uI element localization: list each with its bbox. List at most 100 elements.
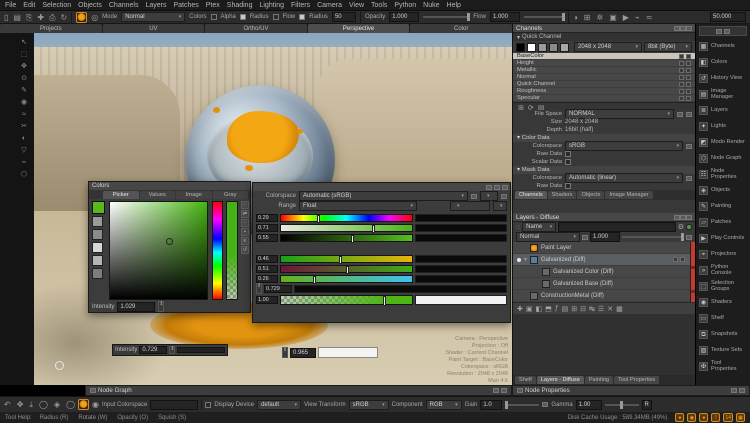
window-button[interactable] [724, 29, 730, 34]
projection-icon[interactable]: ≂ [646, 12, 653, 23]
layer-action-icon[interactable]: ▦ [616, 305, 623, 313]
menu-item[interactable]: Objects [78, 2, 102, 9]
sample-color-swatch[interactable] [318, 347, 378, 358]
tool-icon[interactable]: ◉ [21, 99, 27, 107]
projection-icon[interactable]: ⊞ [584, 12, 591, 23]
option-button[interactable] [677, 112, 683, 117]
input-colorspace-field[interactable] [150, 400, 198, 410]
lock-icon[interactable] [686, 61, 691, 66]
expander-icon[interactable]: ▾ [517, 167, 520, 173]
layer-amount-field[interactable]: 1.000 [590, 232, 620, 242]
tab-ortho-uv[interactable]: Ortho/UV [205, 24, 307, 33]
alpha-strip[interactable] [226, 201, 238, 300]
file-action-icon[interactable]: ↻ [60, 12, 67, 23]
lock-icon[interactable] [686, 54, 691, 59]
node-properties-bar[interactable]: Node Properties [512, 385, 750, 396]
channel-depth-dropdown[interactable]: 8bit (Byte)▾ [644, 42, 692, 52]
layer-row[interactable]: ConstructionMetal (Diff) [513, 290, 695, 302]
history-swatch[interactable] [92, 242, 103, 253]
lock-icon[interactable] [686, 68, 691, 73]
channel-row[interactable]: Roughness [513, 88, 695, 95]
nav-tool-icon[interactable]: ◈ [54, 400, 60, 410]
opacity-field[interactable]: 1.000 [389, 12, 419, 22]
sphere-icon[interactable]: ◉ [92, 400, 99, 409]
history-swatch[interactable] [92, 268, 103, 279]
current-color-swatch[interactable] [92, 201, 105, 214]
channel-row-selected[interactable]: BaseColor [513, 53, 695, 60]
window-button[interactable] [686, 215, 692, 220]
palette-tab[interactable]: ▱ Patches [696, 214, 750, 230]
window-button[interactable] [494, 185, 500, 190]
saturation-value-square[interactable] [109, 201, 208, 300]
menu-item[interactable]: Channels [109, 2, 139, 9]
layer-action-icon[interactable]: ⬒ [545, 305, 552, 313]
history-swatch[interactable] [92, 255, 103, 266]
colors-panel-header[interactable]: Colors [89, 182, 250, 190]
option-button[interactable] [686, 112, 692, 117]
channel-row[interactable]: Metallic [513, 67, 695, 74]
lock-icon[interactable] [686, 89, 691, 94]
channel-row[interactable]: Normal [513, 74, 695, 81]
expander-icon[interactable]: ▾ [517, 135, 520, 141]
tab-channels[interactable]: Channels [515, 191, 547, 199]
nav-tool-icon[interactable]: ◯ [66, 400, 75, 410]
projection-icon[interactable]: ▶ [623, 12, 629, 23]
view-transform-dropdown[interactable]: sRGB▾ [349, 400, 389, 410]
cache-icon[interactable] [679, 54, 684, 59]
white-swatch[interactable] [527, 43, 536, 52]
palette-tab[interactable]: ✠ Tool Properties [696, 358, 750, 374]
gear-icon[interactable]: ⚙ [678, 223, 684, 231]
slider-marker[interactable] [313, 276, 316, 284]
value-slider[interactable] [280, 234, 413, 242]
tool-icon[interactable]: ◐ [22, 135, 26, 143]
palette-tab[interactable]: ⧉ Snapshots [696, 326, 750, 342]
tab-color[interactable]: Color [410, 24, 512, 33]
gamma-field[interactable]: 1.00 [576, 400, 602, 410]
status-warning-icon[interactable]: ● [675, 413, 684, 422]
saturation-slider[interactable] [280, 224, 413, 232]
blue-field[interactable]: 0.26 [256, 275, 278, 283]
eraser-icon[interactable]: ◎ [91, 12, 98, 23]
file-action-icon[interactable]: ✚ [37, 12, 44, 23]
palette-tab[interactable]: ⬚ Selection Groups [696, 278, 750, 294]
secondary-dropdown[interactable]: ▾ [450, 201, 490, 211]
tool-icon[interactable]: ↖ [21, 39, 27, 47]
layer-search-input[interactable] [558, 222, 676, 232]
lock-button[interactable] [582, 235, 588, 240]
radius-field[interactable]: 50 [332, 12, 356, 22]
menu-item[interactable]: Python [394, 2, 416, 9]
hue-field[interactable]: 0.29 [256, 214, 278, 222]
colorspace-option-button[interactable] [501, 194, 507, 199]
reset-icon[interactable]: ↺ [241, 246, 249, 254]
red-field[interactable]: 0.46 [256, 255, 278, 263]
status-warning-icon[interactable]: 14 [723, 413, 733, 422]
menu-item[interactable]: Patches [173, 2, 198, 9]
layer-row-selected[interactable]: ▾ Galvanized (Diff) [513, 254, 695, 266]
tool-icon[interactable]: ✥ [21, 63, 27, 71]
layer-action-icon[interactable]: ▣ [526, 305, 533, 313]
tool-icon[interactable]: ⬚ [21, 51, 28, 59]
cache-icon[interactable] [679, 96, 684, 101]
stepper[interactable]: ⇕ [158, 301, 164, 312]
swap-icon[interactable]: ⇄ [241, 210, 249, 218]
palette-tab[interactable]: ↺ History View [696, 70, 750, 86]
flow-checkbox[interactable] [273, 14, 279, 20]
green-field[interactable]: 0.51 [256, 265, 278, 273]
window-button[interactable] [502, 185, 508, 190]
saturation-field[interactable]: 0.71 [256, 224, 278, 232]
menu-item[interactable]: View [349, 2, 364, 9]
status-warning-icon[interactable]: ● [699, 413, 708, 422]
option-button[interactable] [686, 176, 692, 181]
tool-icon[interactable]: ✂ [21, 123, 27, 131]
menu-item[interactable]: Ptex [206, 2, 220, 9]
visibility-icon[interactable] [680, 257, 685, 262]
green-slider[interactable] [280, 265, 413, 273]
opacity-slider[interactable] [423, 16, 469, 18]
values-panel-header[interactable] [253, 183, 510, 191]
status-warning-icon[interactable]: ▦ [736, 413, 745, 422]
history-swatch[interactable] [92, 216, 103, 227]
palette-tab[interactable]: ☷ Node Properties [696, 166, 750, 182]
option-button[interactable] [686, 144, 692, 149]
tab-image-manager[interactable]: Image Manager [605, 191, 652, 199]
layer-action-icon[interactable]: ◧ [536, 305, 543, 313]
